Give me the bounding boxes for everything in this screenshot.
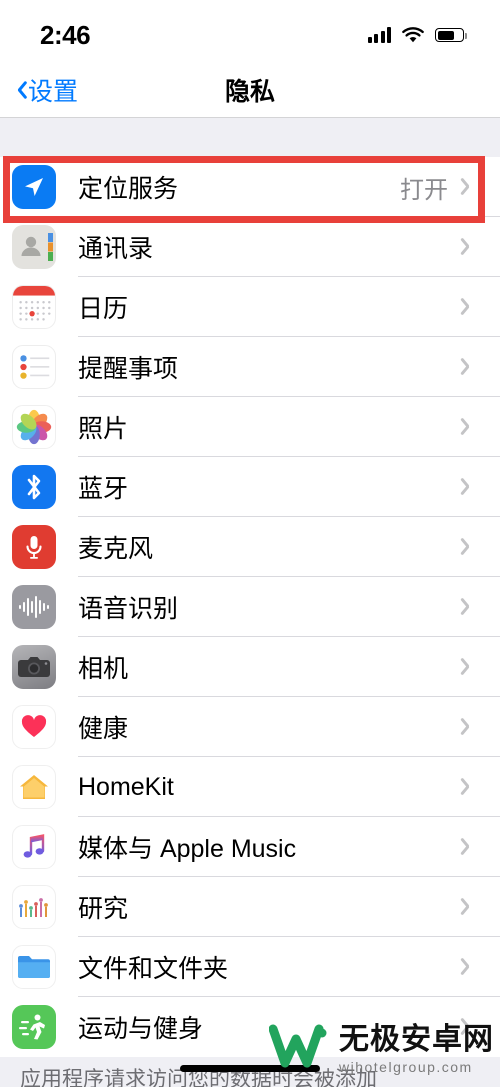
list-row-reminders[interactable]: 提醒事项 <box>0 337 500 397</box>
icon-container <box>12 345 56 389</box>
list-row-files-and-folders[interactable]: 文件和文件夹 <box>0 937 500 997</box>
list-row-speech-recognition[interactable]: 语音识别 <box>0 577 500 637</box>
icon-container <box>12 1005 56 1049</box>
bluetooth-icon <box>12 465 56 509</box>
w-logo-icon <box>268 1023 331 1076</box>
list-row-value: 打开 <box>400 176 448 204</box>
list-row-label: 健康 <box>78 715 129 743</box>
camera-icon <box>12 645 56 689</box>
status-bar-indicators <box>367 26 467 44</box>
icon-container <box>12 885 56 929</box>
navigation-bar: 设置 隐私 <box>0 62 500 118</box>
icon-container <box>12 705 56 749</box>
icon-container <box>12 945 56 989</box>
microphone-icon <box>12 525 56 569</box>
watermark: 无极安卓网 wjhotelgroup.com <box>268 1022 494 1076</box>
chevron-right-icon <box>460 656 482 678</box>
list-row-homekit[interactable]: HomeKit <box>0 757 500 817</box>
photos-icon <box>12 405 56 449</box>
list-row-label: 蓝牙 <box>78 475 129 503</box>
back-button[interactable]: 设置 <box>12 72 78 108</box>
watermark-text: 无极安卓网 wjhotelgroup.com <box>339 1022 494 1075</box>
chevron-right-icon <box>460 236 482 258</box>
list-row-contacts[interactable]: 通讯录 <box>0 217 500 277</box>
icon-container <box>12 405 56 449</box>
list-row-microphone[interactable]: 麦克风 <box>0 517 500 577</box>
wifi-icon <box>402 26 424 44</box>
icon-container <box>12 225 56 269</box>
list-row-label: 文件和文件夹 <box>78 955 229 983</box>
list-row-calendar[interactable]: 日历 <box>0 277 500 337</box>
health-heart-icon <box>12 705 56 749</box>
folder-icon <box>12 945 56 989</box>
section-gap <box>0 118 500 157</box>
list-row-photos[interactable]: 照片 <box>0 397 500 457</box>
chevron-right-icon <box>460 596 482 618</box>
chevron-right-icon <box>460 956 482 978</box>
homekit-house-icon <box>12 765 56 809</box>
chevron-right-icon <box>460 356 482 378</box>
list-row-health[interactable]: 健康 <box>0 697 500 757</box>
icon-container <box>12 525 56 569</box>
status-bar-clock: 2:46 <box>40 19 91 50</box>
list-row-label: 研究 <box>78 895 129 923</box>
list-row-media-apple-music[interactable]: 媒体与 Apple Music <box>0 817 500 877</box>
list-row-label: 提醒事项 <box>78 355 179 383</box>
watermark-subtitle: wjhotelgroup.com <box>339 1058 473 1075</box>
list-row-label: 语音识别 <box>78 595 179 623</box>
list-row-label: 相机 <box>78 655 129 683</box>
chevron-right-icon <box>460 536 482 558</box>
back-button-label: 设置 <box>28 77 79 106</box>
icon-container <box>12 585 56 629</box>
music-note-icon <box>12 825 56 869</box>
chevron-right-icon <box>460 716 482 738</box>
status-bar: 2:46 <box>0 0 500 62</box>
chevron-right-icon <box>460 296 482 318</box>
chevron-left-icon <box>12 79 25 101</box>
running-person-icon <box>12 1005 56 1049</box>
reminders-icon <box>12 345 56 389</box>
watermark-title: 无极安卓网 <box>339 1022 494 1056</box>
chevron-right-icon <box>460 176 482 198</box>
list-row-label: 媒体与 Apple Music <box>78 835 297 863</box>
list-row-label: 日历 <box>78 295 129 323</box>
privacy-settings-list: 定位服务 打开 通讯录 日历 提醒事项 照片 蓝牙 麦克风 语音识别 相机 健康… <box>0 157 500 1057</box>
icon-container <box>12 165 56 209</box>
icon-container <box>12 285 56 329</box>
icon-container <box>12 825 56 869</box>
list-row-camera[interactable]: 相机 <box>0 637 500 697</box>
chevron-right-icon <box>460 836 482 858</box>
chevron-right-icon <box>460 476 482 498</box>
speech-recognition-icon <box>12 585 56 629</box>
chevron-right-icon <box>460 896 482 918</box>
calendar-icon <box>12 285 56 329</box>
icon-container <box>12 645 56 689</box>
icon-container <box>12 765 56 809</box>
list-row-label: HomeKit <box>78 772 174 801</box>
chevron-right-icon <box>460 776 482 798</box>
contacts-icon <box>12 225 56 269</box>
list-row-label: 定位服务 <box>78 175 179 203</box>
location-arrow-icon <box>12 165 56 209</box>
research-chart-icon <box>12 885 56 929</box>
list-row-research[interactable]: 研究 <box>0 877 500 937</box>
list-row-bluetooth[interactable]: 蓝牙 <box>0 457 500 517</box>
list-row-label: 照片 <box>78 415 129 443</box>
chevron-right-icon <box>460 416 482 438</box>
list-row-location-services[interactable]: 定位服务 打开 <box>0 157 500 217</box>
battery-icon <box>435 28 467 42</box>
list-row-label: 麦克风 <box>78 535 154 563</box>
list-row-label: 通讯录 <box>78 235 154 263</box>
cellular-signal-icon <box>367 27 391 43</box>
icon-container <box>12 465 56 509</box>
list-row-label: 运动与健身 <box>78 1015 204 1043</box>
